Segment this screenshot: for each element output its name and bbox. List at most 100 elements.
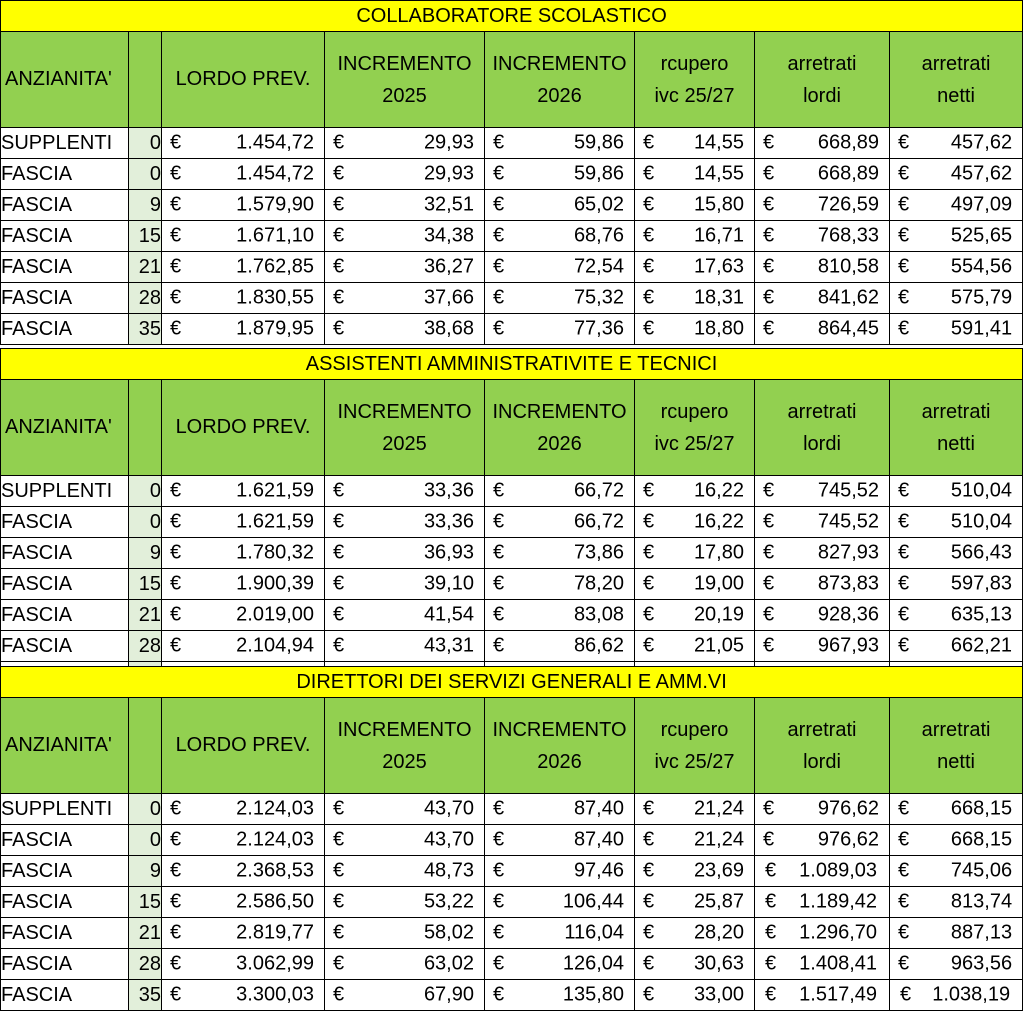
row-label[interactable]: FASCIA [0, 948, 129, 980]
row-label[interactable]: FASCIA [0, 220, 129, 252]
row-label[interactable]: FASCIA [0, 886, 129, 918]
cell-lordo[interactable]: €1.671,10 [161, 220, 325, 252]
cell-incr2025[interactable]: €38,68 [324, 313, 485, 345]
cell-incr2026[interactable]: €59,86 [484, 127, 635, 159]
cell-lordo[interactable]: €1.454,72 [161, 127, 325, 159]
row-label[interactable]: FASCIA [0, 599, 129, 631]
header-lordo[interactable]: LORDO PREV. [161, 31, 325, 128]
header-recupero[interactable]: rcupero ivc 25/27 [634, 697, 755, 794]
cell-recupero[interactable]: €30,63 [634, 948, 755, 980]
cell-lordo[interactable]: €1.780,32 [161, 537, 325, 569]
cell-arr-lordi[interactable]: €1.189,42 [754, 886, 890, 918]
row-label[interactable]: SUPPLENTI [0, 127, 129, 159]
cell-incr2026[interactable]: €97,46 [484, 855, 635, 887]
cell-arr-netti[interactable]: €745,06 [888, 855, 1024, 887]
cell-recupero[interactable]: €17,80 [634, 537, 755, 569]
cell-incr2025[interactable]: €43,70 [324, 793, 485, 825]
cell-incr2026[interactable]: €116,04 [484, 917, 635, 949]
cell-arr-lordi[interactable]: €967,93 [754, 630, 890, 662]
header-arr-lordi[interactable]: arretrati lordi [754, 379, 890, 476]
cell-recupero[interactable]: €18,31 [634, 282, 755, 314]
cell-lordo[interactable]: €1.900,39 [161, 568, 325, 600]
cell-lordo[interactable]: €2.586,50 [161, 886, 325, 918]
cell-arr-netti[interactable]: €457,62 [888, 158, 1024, 190]
cell-arr-lordi[interactable]: €976,62 [754, 824, 890, 856]
cell-recupero[interactable]: €33,00 [634, 979, 755, 1011]
cell-incr2025[interactable]: €37,66 [324, 282, 485, 314]
cell-recupero[interactable]: €25,87 [634, 886, 755, 918]
cell-incr2025[interactable]: €29,93 [324, 127, 485, 159]
header-recupero[interactable]: rcupero ivc 25/27 [634, 31, 755, 128]
cell-incr2026[interactable]: €77,36 [484, 313, 635, 345]
cell-arr-lordi[interactable]: €745,52 [754, 475, 890, 507]
cell-incr2025[interactable]: €43,31 [324, 630, 485, 662]
cell-arr-lordi[interactable]: €873,83 [754, 568, 890, 600]
row-label[interactable]: FASCIA [0, 824, 129, 856]
cell-arr-netti[interactable]: €668,15 [888, 793, 1024, 825]
header-years[interactable] [128, 31, 162, 128]
row-years[interactable]: 35 [128, 313, 162, 345]
cell-incr2026[interactable]: €66,72 [484, 475, 635, 507]
cell-arr-lordi[interactable]: €1.296,70 [754, 917, 890, 949]
cell-arr-netti[interactable]: €963,56 [888, 948, 1024, 980]
row-label[interactable]: FASCIA [0, 855, 129, 887]
cell-arr-lordi[interactable]: €864,45 [754, 313, 890, 345]
cell-incr2025[interactable]: €32,51 [324, 189, 485, 221]
cell-arr-lordi[interactable]: €841,62 [754, 282, 890, 314]
cell-lordo[interactable]: €1.621,59 [161, 506, 325, 538]
header-anzianita[interactable]: ANZIANITA' [0, 697, 129, 794]
row-label[interactable]: FASCIA [0, 189, 129, 221]
cell-arr-netti[interactable]: €525,65 [888, 220, 1024, 252]
row-years[interactable]: 15 [128, 220, 162, 252]
cell-arr-lordi[interactable]: €1.089,03 [754, 855, 890, 887]
header-incr2026[interactable]: INCREMENTO 2026 [484, 31, 635, 128]
header-years[interactable] [128, 379, 162, 476]
cell-arr-netti[interactable]: €597,83 [888, 568, 1024, 600]
cell-incr2025[interactable]: €29,93 [324, 158, 485, 190]
cell-incr2025[interactable]: €33,36 [324, 506, 485, 538]
cell-arr-netti[interactable]: €566,43 [888, 537, 1024, 569]
cell-lordo[interactable]: €2.019,00 [161, 599, 325, 631]
cell-incr2025[interactable]: €63,02 [324, 948, 485, 980]
cell-arr-lordi[interactable]: €668,89 [754, 127, 890, 159]
header-lordo[interactable]: LORDO PREV. [161, 379, 325, 476]
cell-recupero[interactable]: €16,71 [634, 220, 755, 252]
cell-lordo[interactable]: €2.368,53 [161, 855, 325, 887]
row-label[interactable]: FASCIA [0, 251, 129, 283]
cell-lordo[interactable]: €1.579,90 [161, 189, 325, 221]
cell-incr2025[interactable]: €39,10 [324, 568, 485, 600]
cell-incr2025[interactable]: €43,70 [324, 824, 485, 856]
row-years[interactable]: 0 [128, 127, 162, 159]
cell-lordo[interactable]: €1.830,55 [161, 282, 325, 314]
cell-arr-lordi[interactable]: €810,58 [754, 251, 890, 283]
cell-incr2026[interactable]: €72,54 [484, 251, 635, 283]
cell-arr-lordi[interactable]: €827,93 [754, 537, 890, 569]
section-title[interactable]: DIRETTORI DEI SERVIZI GENERALI E AMM.VI [0, 666, 1024, 698]
row-years[interactable]: 0 [128, 793, 162, 825]
cell-lordo[interactable]: €3.062,99 [161, 948, 325, 980]
cell-recupero[interactable]: €16,22 [634, 475, 755, 507]
header-arr-netti[interactable]: arretrati netti [888, 697, 1024, 794]
row-label[interactable]: SUPPLENTI [0, 475, 129, 507]
section-title[interactable]: ASSISTENTI AMMINISTRATIVITE E TECNICI [0, 348, 1024, 380]
cell-lordo[interactable]: €1.621,59 [161, 475, 325, 507]
row-years[interactable]: 9 [128, 855, 162, 887]
cell-arr-netti[interactable]: €635,13 [888, 599, 1024, 631]
cell-recupero[interactable]: €21,24 [634, 793, 755, 825]
cell-incr2025[interactable]: €33,36 [324, 475, 485, 507]
row-years[interactable]: 0 [128, 475, 162, 507]
header-years[interactable] [128, 697, 162, 794]
cell-recupero[interactable]: €28,20 [634, 917, 755, 949]
cell-incr2025[interactable]: €36,93 [324, 537, 485, 569]
row-label[interactable]: FASCIA [0, 568, 129, 600]
cell-arr-lordi[interactable]: €726,59 [754, 189, 890, 221]
row-label[interactable]: FASCIA [0, 917, 129, 949]
cell-lordo[interactable]: €2.104,94 [161, 630, 325, 662]
cell-incr2026[interactable]: €106,44 [484, 886, 635, 918]
cell-recupero[interactable]: €21,24 [634, 824, 755, 856]
header-recupero[interactable]: rcupero ivc 25/27 [634, 379, 755, 476]
cell-arr-netti[interactable]: €591,41 [888, 313, 1024, 345]
cell-incr2026[interactable]: €86,62 [484, 630, 635, 662]
cell-incr2025[interactable]: €67,90 [324, 979, 485, 1011]
header-arr-netti[interactable]: arretrati netti [888, 379, 1024, 476]
